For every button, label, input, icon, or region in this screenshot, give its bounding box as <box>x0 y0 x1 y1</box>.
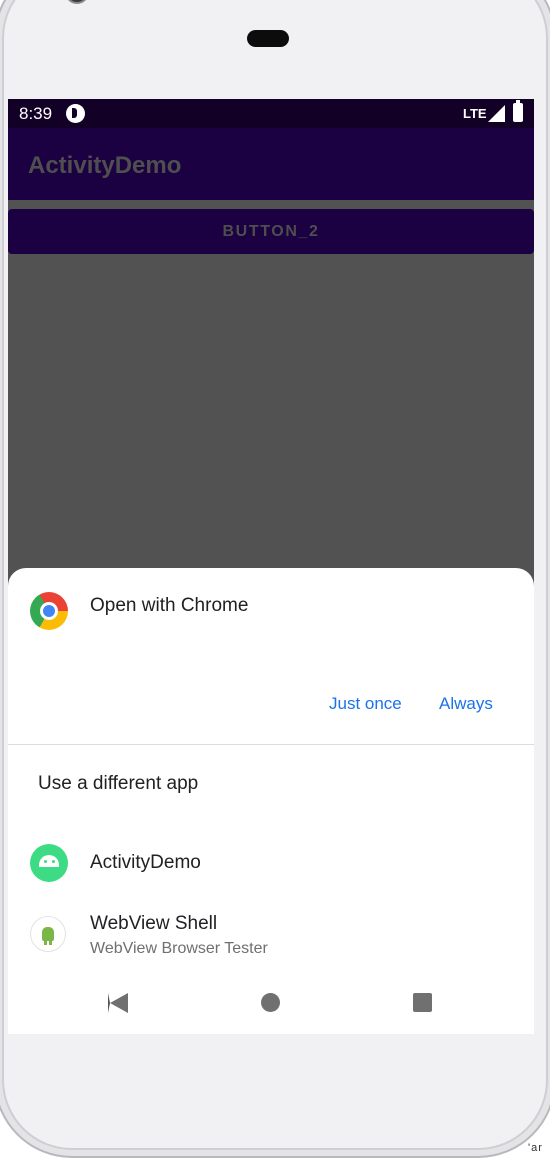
open-with-label: Open with Chrome <box>90 595 249 616</box>
always-button[interactable]: Always <box>439 694 493 714</box>
app-title: ActivityDemo <box>28 152 182 179</box>
device-screen: 8:39 LTE ActivityDemo BUTTON_2 Open with… <box>8 99 534 1034</box>
app-option-webview-shell[interactable]: WebView Shell WebView Browser Tester <box>8 906 534 960</box>
stray-text: 'ar <box>528 1142 543 1154</box>
app-subtitle: WebView Browser Tester <box>90 940 268 957</box>
app-name: WebView Shell <box>90 913 218 934</box>
app-option-activitydemo[interactable]: ActivityDemo <box>8 836 534 890</box>
app-notification-icon <box>66 104 85 123</box>
proximity-sensor <box>247 30 289 47</box>
use-different-app-label: Use a different app <box>38 773 199 794</box>
just-once-button[interactable]: Just once <box>329 694 402 714</box>
network-type: LTE <box>463 106 487 121</box>
status-bar: 8:39 LTE <box>8 99 534 128</box>
battery-icon <box>513 100 523 122</box>
chrome-icon <box>30 592 68 630</box>
android-icon <box>30 844 68 882</box>
home-icon[interactable] <box>261 993 280 1012</box>
app-chooser-sheet: Open with Chrome Just once Always Use a … <box>8 568 534 1034</box>
signal-icon <box>488 105 505 122</box>
front-camera <box>65 0 89 4</box>
app-name: ActivityDemo <box>90 852 201 873</box>
back-icon[interactable] <box>108 993 128 1013</box>
app-bar: ActivityDemo <box>8 128 534 200</box>
recents-icon[interactable] <box>413 993 432 1012</box>
webview-icon <box>30 916 66 952</box>
status-time: 8:39 <box>19 104 53 123</box>
button-2[interactable]: BUTTON_2 <box>8 209 534 254</box>
divider <box>8 744 534 745</box>
